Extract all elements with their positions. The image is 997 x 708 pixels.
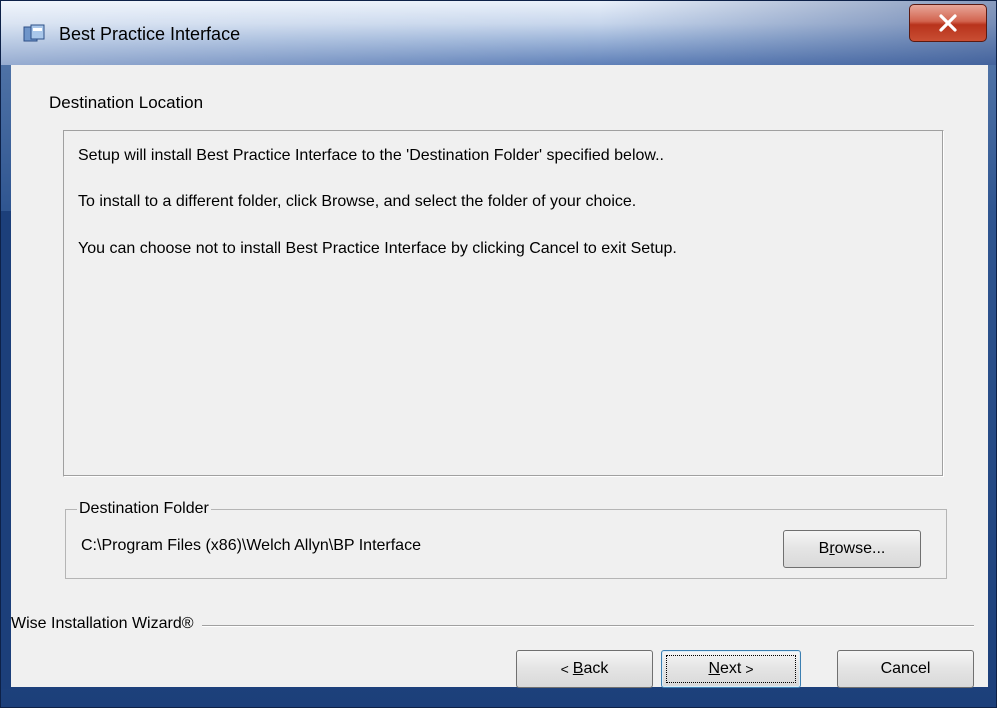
cancel-button[interactable]: Cancel [837, 650, 974, 688]
cancel-label: Cancel [880, 660, 931, 677]
page-heading: Destination Location [49, 93, 204, 112]
info-line-browse: To install to a different folder, click … [78, 193, 637, 210]
browse-label-part: B [818, 540, 830, 557]
next-button[interactable]: Next > [661, 650, 801, 688]
installer-app-icon [23, 24, 45, 44]
info-panel [63, 130, 944, 477]
title-bar[interactable]: Best Practice Interface [1, 1, 996, 65]
browse-label-rest: owse... [834, 540, 886, 557]
window-left-border [1, 211, 11, 689]
close-button[interactable] [909, 4, 987, 42]
back-label-rest: ack [583, 660, 609, 677]
wise-wizard-brand: Wise Installation Wizard® [11, 615, 202, 633]
back-button[interactable]: < Back [516, 650, 653, 688]
destination-folder-label: Destination Folder [77, 500, 211, 518]
back-arrow-icon: < [560, 661, 569, 677]
destination-path: C:\Program Files (x86)\Welch Allyn\BP In… [81, 537, 421, 554]
back-label-accel: B [572, 660, 584, 677]
window-title: Best Practice Interface [59, 24, 241, 44]
browse-button[interactable]: Br owse... [783, 530, 921, 568]
info-line-install: Setup will install Best Practice Interfa… [78, 147, 664, 164]
focus-rectangle [666, 655, 796, 683]
info-line-cancel: You can choose not to install Best Pract… [78, 240, 677, 257]
installer-window: Best Practice Interface Destination Loca… [0, 0, 997, 708]
close-icon [937, 13, 959, 33]
